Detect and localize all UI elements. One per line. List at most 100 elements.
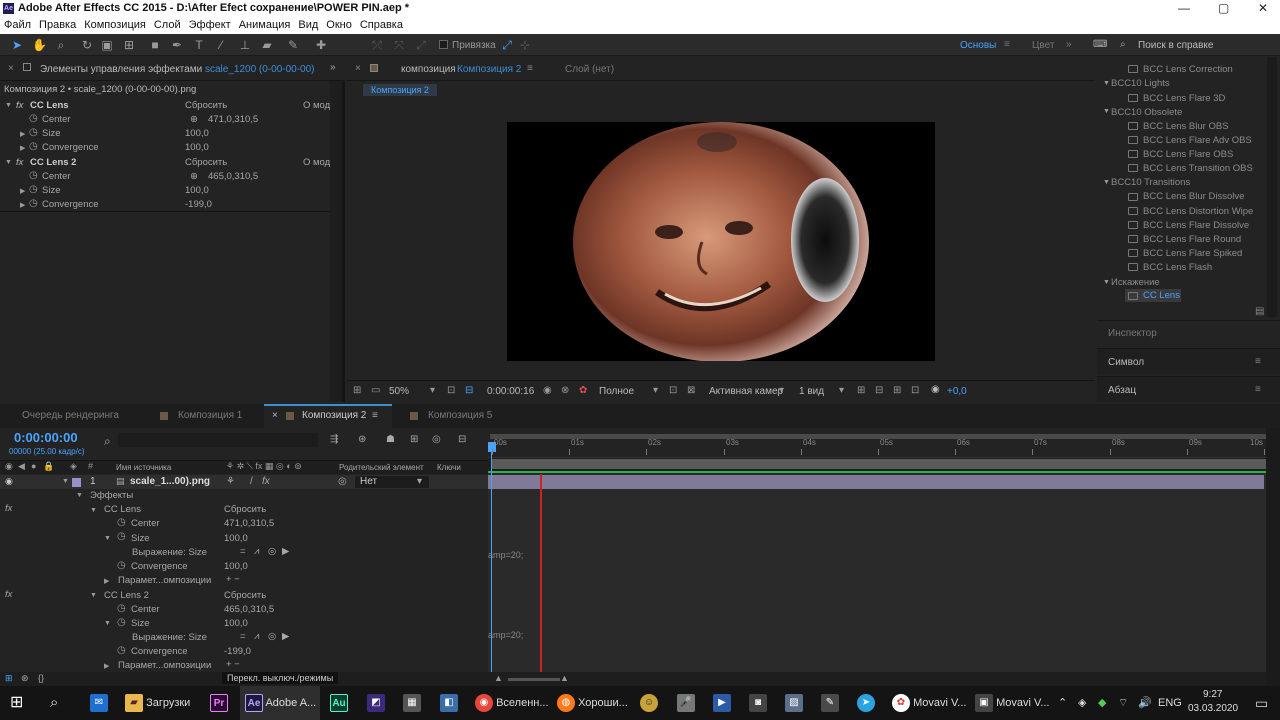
audio-icon[interactable]: ◀ bbox=[18, 461, 25, 472]
zoom-slider[interactable] bbox=[508, 678, 560, 681]
current-time-readout[interactable]: 0:00:00:16 bbox=[487, 386, 534, 397]
mail-icon[interactable]: ✉ bbox=[90, 693, 108, 713]
about-link[interactable]: О мод bbox=[303, 100, 330, 111]
workspace-basics[interactable]: Основы bbox=[960, 40, 996, 51]
resolution-select[interactable]: Полное bbox=[599, 386, 634, 397]
lock-icon[interactable]: 🔒 bbox=[43, 461, 54, 472]
panel-lock-icon[interactable] bbox=[23, 63, 31, 71]
snap-icon[interactable]: ⤢ bbox=[500, 38, 514, 52]
monitor-icon[interactable]: ▭ bbox=[371, 385, 380, 396]
property-value[interactable]: 465,0,310,5 bbox=[224, 604, 274, 615]
workspace-more-icon[interactable]: » bbox=[1066, 39, 1072, 50]
tab-composition-2[interactable]: Композиция 2 bbox=[302, 410, 366, 421]
brush-tool-icon[interactable]: ⁄ bbox=[214, 38, 228, 52]
effect-group[interactable]: Искажение bbox=[1111, 277, 1160, 288]
fast-preview-icon[interactable]: ⊡ bbox=[911, 385, 919, 396]
video-app-icon[interactable]: ▶ bbox=[713, 693, 731, 713]
comp-params-label[interactable]: Парамет...омпозиции bbox=[118, 575, 211, 586]
notifications-icon[interactable]: ▭ bbox=[1255, 693, 1268, 713]
property-value[interactable]: -199,0 bbox=[185, 199, 212, 210]
add-remove-icon[interactable]: + − bbox=[226, 574, 240, 585]
chrome-task[interactable]: ◉ Вселенн... bbox=[475, 693, 549, 713]
tab-render-queue[interactable]: Очередь рендеринга bbox=[22, 410, 119, 421]
stopwatch-icon[interactable]: ◷ bbox=[29, 198, 38, 209]
effect-item[interactable]: BCC Lens Distortion Wipe bbox=[1143, 206, 1253, 217]
effects-scrollbar[interactable] bbox=[1267, 57, 1277, 317]
add-remove-icon[interactable]: + − bbox=[226, 659, 240, 670]
layer-name[interactable]: scale_1...00).png bbox=[130, 476, 210, 487]
type-tool-icon[interactable]: T bbox=[192, 38, 206, 52]
timeline-icon[interactable]: ⊟ bbox=[875, 385, 883, 396]
effect-group[interactable]: BCC10 Lights bbox=[1111, 78, 1170, 89]
timeline-search-input[interactable] bbox=[118, 433, 318, 447]
vertical-scrollbar[interactable] bbox=[330, 81, 342, 401]
label-color-swatch[interactable] bbox=[72, 478, 81, 487]
effect-item[interactable]: BCC Lens Flare 3D bbox=[1143, 93, 1225, 104]
zoom-tool-icon[interactable]: ⌕ bbox=[54, 38, 68, 52]
toggle-switches-modes[interactable]: Перекл. выключ./режимы bbox=[222, 672, 339, 684]
collapse-arrow-icon[interactable]: ▼ bbox=[76, 492, 83, 499]
property-value[interactable]: 471,0,310,5 bbox=[208, 114, 258, 125]
stopwatch-icon[interactable]: ◷ bbox=[117, 603, 126, 614]
align-icon[interactable]: ⤱ bbox=[370, 38, 384, 52]
fx-icon[interactable]: fx bbox=[262, 476, 270, 487]
camera-app-icon[interactable]: ◙ bbox=[749, 693, 767, 713]
collapse-arrow-icon[interactable]: ▼ bbox=[1103, 179, 1110, 186]
chevron-down-icon[interactable]: ▾ bbox=[839, 385, 844, 396]
effect-item[interactable]: BCC Lens Flare Round bbox=[1143, 234, 1241, 245]
effect-item[interactable]: BCC Lens Flare Adv OBS bbox=[1143, 135, 1252, 146]
files-app-icon[interactable]: ◧ bbox=[440, 693, 458, 713]
column-source-name[interactable]: Имя источника bbox=[116, 463, 171, 472]
expression-menu-icon[interactable]: ▶ bbox=[282, 631, 289, 642]
comp-viewer-canvas[interactable] bbox=[507, 122, 935, 362]
chevron-down-icon[interactable]: ▾ bbox=[779, 385, 784, 396]
maximize-icon[interactable]: ▢ bbox=[1218, 1, 1229, 15]
time-navigator[interactable] bbox=[492, 459, 1268, 469]
rectangle-tool-icon[interactable]: ■ bbox=[148, 38, 162, 52]
menu-animation[interactable]: Анимация bbox=[235, 17, 295, 31]
about-link[interactable]: О мод bbox=[303, 157, 330, 168]
frame-blending-icon[interactable]: ⊞ bbox=[410, 434, 418, 445]
collapse-arrow-icon[interactable]: ▼ bbox=[104, 535, 111, 542]
effect-item[interactable]: BCC Lens Transition OBS bbox=[1143, 163, 1253, 174]
timeline-timecode[interactable]: 0:00:00:00 bbox=[14, 430, 78, 445]
comp-mini-flowchart-icon[interactable]: ⇶ bbox=[330, 434, 338, 445]
inspector-panel-label[interactable]: Инспектор bbox=[1108, 328, 1157, 339]
expression-pickwhip-icon[interactable]: ◎ bbox=[268, 631, 276, 642]
timeline-scrollbar[interactable] bbox=[1266, 428, 1280, 686]
panel-expand-icon[interactable]: » bbox=[330, 62, 336, 73]
menu-help[interactable]: Справка bbox=[356, 17, 407, 31]
expression-graph-icon[interactable]: ⩘ bbox=[254, 631, 259, 642]
link-icon[interactable]: ⊗ bbox=[561, 385, 569, 396]
stopwatch-icon[interactable]: ◷ bbox=[117, 560, 126, 571]
collapse-arrow-icon[interactable]: ▼ bbox=[1103, 80, 1110, 87]
collapse-arrow-icon[interactable]: ▼ bbox=[1103, 108, 1110, 115]
switches-icons[interactable]: ⚘ ✲ ⟍ fx ▦ ◎ ◐ ⊚ bbox=[226, 461, 302, 472]
menu-window[interactable]: Окно bbox=[322, 17, 356, 31]
crosshair-icon[interactable]: ⊕ bbox=[190, 114, 198, 125]
collapse-arrow-icon[interactable]: ▼ bbox=[104, 620, 111, 627]
property-value[interactable]: 100,0 bbox=[185, 142, 209, 153]
clock-time[interactable]: 9:27 bbox=[1203, 688, 1222, 702]
expand-arrow-icon[interactable]: ▶ bbox=[20, 130, 25, 138]
close-icon[interactable]: ✕ bbox=[1258, 1, 1268, 15]
collapse-arrow-icon[interactable]: ▼ bbox=[90, 592, 97, 599]
app-purple-icon[interactable]: ◩ bbox=[367, 693, 385, 713]
zoom-in-icon[interactable]: ▲ bbox=[560, 673, 569, 683]
stopwatch-icon[interactable]: ◷ bbox=[29, 141, 38, 152]
quality-switch-icon[interactable]: / bbox=[250, 476, 253, 487]
fit-icon[interactable]: ⊡ bbox=[447, 385, 455, 396]
edit-app-icon[interactable]: ✎ bbox=[821, 693, 839, 713]
paragraph-panel-label[interactable]: Абзац bbox=[1108, 385, 1136, 396]
effect-item[interactable]: BCC Lens Flare OBS bbox=[1143, 149, 1233, 160]
fx-icon[interactable]: fx bbox=[5, 503, 12, 514]
label-icon[interactable]: ◈ bbox=[70, 461, 77, 472]
collapse-arrow-icon[interactable]: ▼ bbox=[90, 507, 97, 514]
effects-group[interactable]: Эффекты bbox=[90, 490, 133, 501]
menu-layer[interactable]: Слой bbox=[150, 17, 185, 31]
expression-graph-icon[interactable]: ⩘ bbox=[254, 546, 259, 557]
menu-composition[interactable]: Композиция bbox=[80, 17, 150, 31]
eye-icon[interactable]: ◉ bbox=[5, 476, 13, 487]
stopwatch-icon[interactable]: ◷ bbox=[29, 113, 38, 124]
reset-button[interactable]: Сбросить bbox=[185, 100, 227, 111]
